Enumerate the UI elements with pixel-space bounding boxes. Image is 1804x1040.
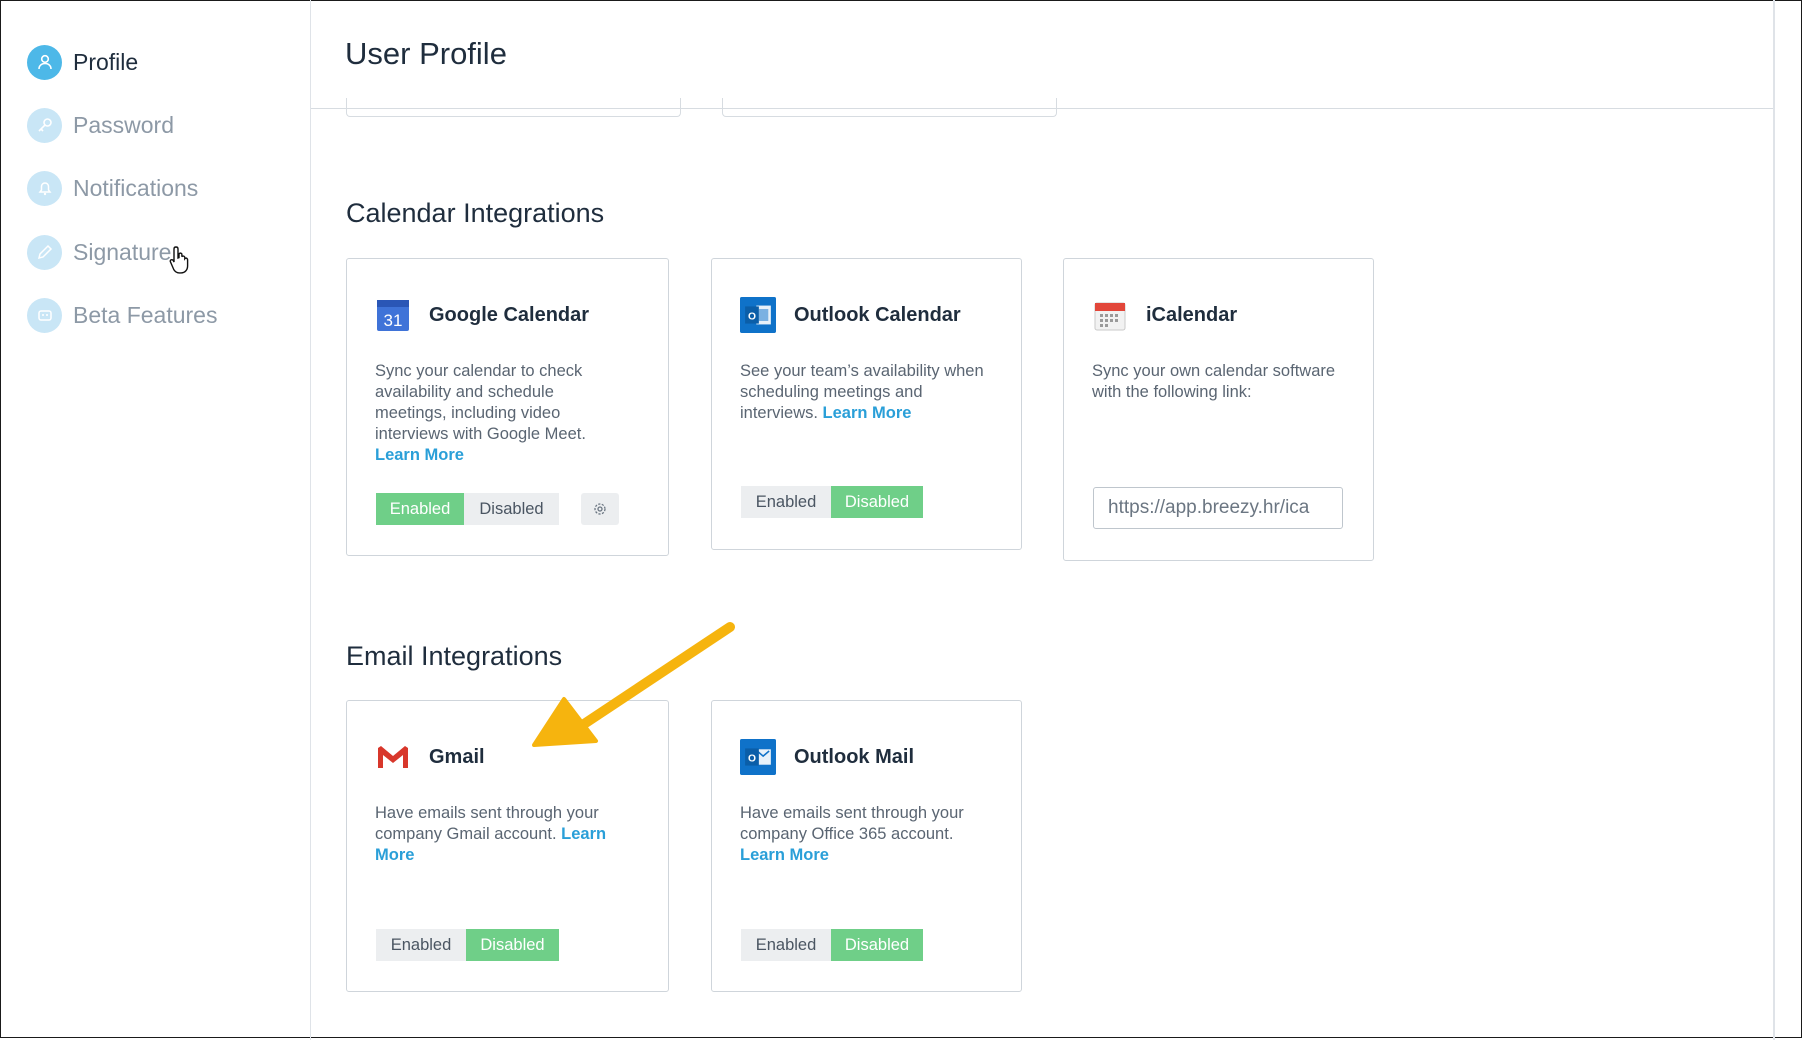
card-title: iCalendar (1146, 303, 1238, 326)
svg-text:O: O (748, 311, 756, 322)
outlook-mail-card: O Outlook Mail Have emails sent through … (711, 700, 1022, 992)
gear-icon (594, 503, 606, 515)
enabled-option[interactable]: Enabled (376, 493, 464, 525)
outlook-mail-toggle[interactable]: Enabled Disabled (741, 929, 923, 961)
hand-cursor-icon (169, 246, 189, 274)
card-description: Have emails sent through your company Of… (740, 804, 964, 864)
card-title: Google Calendar (429, 303, 590, 326)
settings-button[interactable] (581, 493, 619, 525)
icalendar-link-field[interactable] (1093, 487, 1343, 529)
google-calendar-card: 31 Google Calendar Sync your calendar to… (346, 258, 669, 556)
sidebar-item-label: Password (73, 111, 174, 138)
outlook-calendar-toggle[interactable]: Enabled Disabled (741, 486, 923, 518)
sidebar-item-label: Beta Features (73, 301, 218, 328)
key-icon (27, 107, 62, 143)
user-icon (27, 44, 62, 80)
gmail-icon (375, 739, 411, 775)
card-description: Sync your calendar to check availability… (375, 362, 586, 464)
card-description: Sync your own calendar software with the… (1092, 362, 1336, 401)
card-title: Outlook Calendar (794, 303, 961, 326)
learn-more-link[interactable]: Learn More (823, 404, 912, 422)
sidebar-item-label: Signature (73, 238, 172, 265)
sidebar-item-beta-features[interactable]: Beta Features (27, 295, 217, 335)
enabled-option[interactable]: Enabled (741, 486, 831, 518)
page-title: User Profile (345, 36, 507, 71)
annotation-arrow-icon (532, 622, 735, 747)
learn-more-link[interactable]: Learn More (375, 446, 464, 464)
svg-text:31: 31 (384, 311, 403, 330)
bell-icon (27, 170, 62, 206)
sidebar-item-signature[interactable]: Signature (27, 232, 171, 272)
card-description: See your team’s availability when schedu… (740, 362, 984, 422)
card-title: Gmail (429, 745, 485, 768)
previous-card-edge (722, 98, 1057, 117)
disabled-option[interactable]: Disabled (831, 929, 923, 961)
calendar-integrations-title: Calendar Integrations (346, 198, 605, 228)
sidebar-item-profile[interactable]: Profile (27, 42, 138, 82)
sidebar-item-label: Notifications (73, 174, 199, 201)
outlook-calendar-icon: O (740, 297, 776, 333)
sidebar-item-notifications[interactable]: Notifications (27, 168, 198, 208)
disabled-option[interactable]: Disabled (831, 486, 923, 518)
right-divider (1773, 0, 1775, 1040)
google-calendar-icon: 31 (375, 297, 411, 333)
enabled-option[interactable]: Enabled (376, 929, 466, 961)
sidebar: Profile Password Notifications Signature… (0, 0, 311, 1040)
outlook-mail-icon: O (740, 739, 776, 775)
outlook-calendar-card: O Outlook Calendar See your team’s avail… (711, 258, 1022, 550)
card-title: Outlook Mail (794, 745, 914, 768)
gmail-toggle[interactable]: Enabled Disabled (376, 929, 559, 961)
enabled-option[interactable]: Enabled (741, 929, 831, 961)
robot-icon (27, 297, 62, 333)
page-header: User Profile (311, 0, 1773, 109)
sidebar-item-password[interactable]: Password (27, 105, 174, 145)
svg-text:O: O (748, 753, 756, 764)
disabled-option[interactable]: Disabled (464, 493, 559, 525)
card-description: Have emails sent through your company Gm… (375, 804, 607, 864)
previous-card-edge (346, 98, 681, 117)
disabled-option[interactable]: Disabled (466, 929, 559, 961)
google-calendar-toggle[interactable]: Enabled Disabled (376, 493, 559, 525)
icalendar-card: iCalendar Sync your own calendar softwar… (1063, 258, 1374, 561)
pencil-icon (27, 234, 62, 270)
icalendar-icon (1092, 297, 1128, 333)
sidebar-item-label: Profile (73, 48, 139, 75)
learn-more-link[interactable]: Learn More (740, 846, 829, 864)
